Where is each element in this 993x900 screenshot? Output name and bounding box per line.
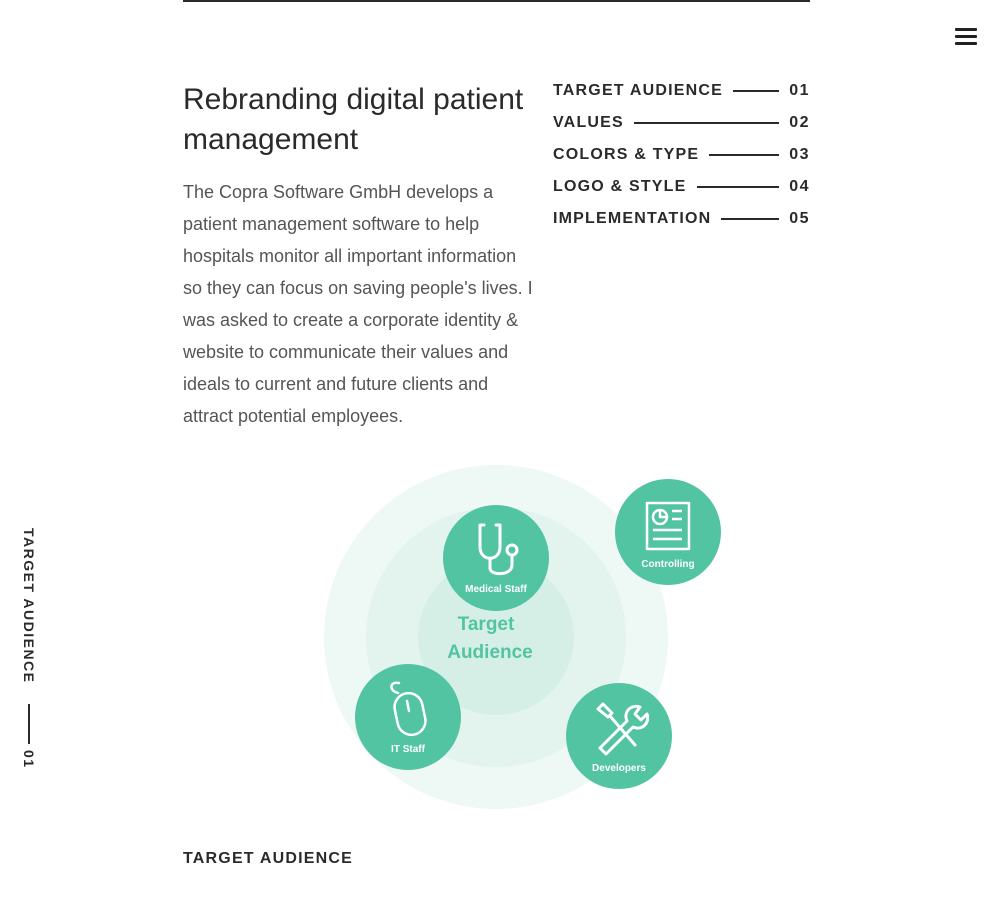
target-audience-diagram: Target Audience Medical Staff Controllin… bbox=[324, 465, 721, 809]
table-of-contents: TARGET AUDIENCE 01 VALUES 02 COLORS & TY… bbox=[553, 75, 810, 235]
toc-item-label: VALUES bbox=[553, 114, 624, 131]
toc-item-label: TARGET AUDIENCE bbox=[553, 82, 723, 99]
toc-item-line bbox=[633, 122, 779, 124]
toc-item-label: LOGO & STYLE bbox=[553, 178, 687, 195]
section-indicator-line bbox=[28, 704, 30, 744]
toc-item-values[interactable]: VALUES 02 bbox=[553, 107, 810, 139]
node-developers: Developers bbox=[566, 683, 672, 789]
toc-item-logo-style[interactable]: LOGO & STYLE 04 bbox=[553, 171, 810, 203]
node-medical-staff: Medical Staff bbox=[443, 505, 549, 611]
toc-item-label: COLORS & TYPE bbox=[553, 146, 700, 163]
center-label-line1: Target bbox=[458, 614, 515, 635]
node-it-staff: IT Staff bbox=[355, 664, 461, 770]
section-indicator: TARGET AUDIENCE 01 bbox=[19, 528, 39, 778]
hamburger-menu-icon[interactable] bbox=[955, 26, 979, 48]
toc-item-number: 02 bbox=[789, 114, 810, 131]
node-label: Controlling bbox=[641, 559, 694, 570]
section-indicator-number: 01 bbox=[21, 750, 37, 769]
toc-item-number: 05 bbox=[789, 210, 810, 227]
toc-item-number: 03 bbox=[789, 146, 810, 163]
section-heading: TARGET AUDIENCE bbox=[183, 850, 353, 867]
toc-item-colors-type[interactable]: COLORS & TYPE 03 bbox=[553, 139, 810, 171]
toc-item-number: 04 bbox=[789, 178, 810, 195]
toc-item-line bbox=[733, 90, 779, 92]
toc-item-target-audience[interactable]: TARGET AUDIENCE 01 bbox=[553, 75, 810, 107]
toc-item-line bbox=[721, 218, 779, 220]
toc-item-line bbox=[709, 154, 779, 156]
node-label: Developers bbox=[592, 763, 646, 774]
top-rule bbox=[183, 0, 810, 2]
intro-paragraph: The Copra Software GmbH develops a patie… bbox=[183, 182, 533, 426]
toc-item-line bbox=[696, 186, 779, 188]
toc-item-label: IMPLEMENTATION bbox=[553, 210, 712, 227]
page-title: Rebranding digital patient management bbox=[183, 83, 524, 156]
toc-item-implementation[interactable]: IMPLEMENTATION 05 bbox=[553, 203, 810, 235]
section-indicator-label: TARGET AUDIENCE bbox=[21, 528, 37, 684]
node-label: IT Staff bbox=[391, 744, 426, 755]
center-label-line2: Audience bbox=[447, 642, 533, 663]
node-controlling: Controlling bbox=[615, 479, 721, 585]
node-label: Medical Staff bbox=[465, 584, 527, 595]
toc-item-number: 01 bbox=[789, 82, 810, 99]
